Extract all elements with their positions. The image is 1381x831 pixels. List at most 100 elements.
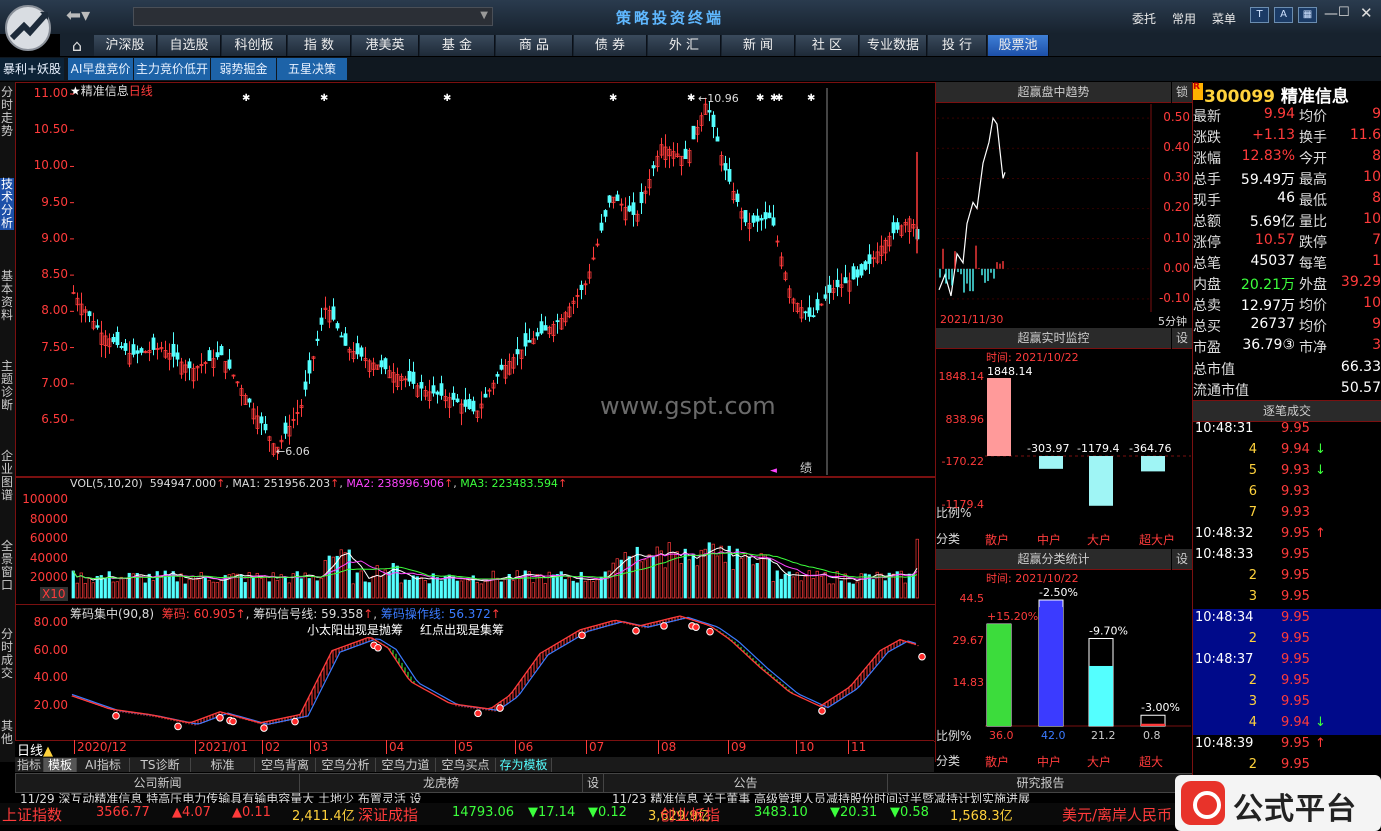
menu-item[interactable]: 专业数据 [860, 35, 927, 56]
intraday-trend-chart[interactable] [937, 104, 1155, 312]
entrust-menu[interactable]: 委托 [1132, 10, 1156, 27]
quote-label: 换手 [1299, 130, 1327, 146]
navigation-combo[interactable]: ▼ [133, 7, 493, 26]
candle-body [815, 299, 820, 311]
subbar-item-five-star[interactable]: 五星决策 [277, 58, 347, 80]
menu-item[interactable]: 指 数 [288, 35, 351, 56]
volume-bar [571, 580, 575, 599]
main-menu[interactable]: 菜单 [1212, 10, 1236, 27]
tick-time: 10:48:34 [1195, 610, 1254, 625]
bottom-tab[interactable]: 空鸟力道 [376, 758, 436, 772]
monitor-settings-button[interactable]: 设 [1172, 328, 1192, 349]
back-arrow-icon[interactable]: ⬅▾ [66, 7, 106, 27]
ticks-title[interactable]: 逐笔成交 [1193, 400, 1381, 422]
bottom-tab[interactable]: AI指标 [77, 758, 130, 772]
bottom-tab[interactable]: 空鸟背离 [255, 758, 316, 772]
volume-bar [843, 573, 847, 599]
bottom-tab[interactable]: 存为模板 [496, 758, 552, 772]
bottom-tab[interactable]: TS诊断 [130, 758, 191, 772]
ticker-name[interactable]: 创业板指 [660, 804, 720, 825]
font-icon[interactable]: A [1274, 7, 1293, 23]
tick-qty: 2 [1248, 673, 1257, 688]
ticker-name[interactable]: 深证成指 [358, 804, 418, 825]
menu-item[interactable]: 沪深股 [94, 35, 157, 56]
sidebar-tab-profile[interactable]: 基本资料 [0, 270, 14, 322]
volume-chart[interactable] [70, 478, 934, 602]
sidebar-tab-other[interactable]: 其他 [0, 720, 14, 746]
lock-button[interactable]: 锁 [1172, 82, 1192, 103]
volume-bar [679, 563, 683, 599]
menu-item[interactable]: 股票池 [988, 35, 1049, 56]
sidebar-tab-ticks[interactable]: 分时成交 [0, 628, 14, 680]
bottom-tab[interactable]: 标准 [191, 758, 255, 772]
menu-item[interactable]: 社 区 [796, 35, 859, 56]
ticker-value: 14793.06 [452, 805, 515, 820]
quote-row: 内盘 20.21万 外盘 39.29 [1193, 274, 1381, 295]
sidebar-tab-intraday[interactable]: 分时走势 [0, 86, 14, 138]
close-icon[interactable]: ✕ [1360, 4, 1373, 22]
menu-item[interactable]: 科创板 [222, 35, 287, 56]
candle-body [627, 205, 632, 212]
volume-bar [695, 565, 699, 599]
ticker-name[interactable]: 上证指数 [2, 804, 62, 825]
event-marker[interactable]: 绩 [800, 459, 812, 476]
minimize-icon[interactable]: — [1324, 6, 1338, 22]
ticker-name[interactable]: 美元/离岸人民币 [1062, 804, 1172, 825]
bottom-tab[interactable]: 空鸟买点 [436, 758, 496, 772]
stats-time: 时间: 2021/10/22 [986, 572, 1079, 585]
sidebar-tab-graph[interactable]: 企业图谱 [0, 450, 14, 502]
time-axis-label: 07 [586, 740, 604, 754]
home-icon[interactable]: ⌂ [62, 35, 92, 56]
quote-row: 总额 5.69亿 量比 10 [1193, 211, 1381, 232]
stats-bar-chart[interactable]: +15.20% 36.0 -2.50% 42.0 -9.70% 21.2 -3.00% 0.8 [985, 586, 1191, 742]
r-badge-icon: R [1193, 83, 1203, 100]
window-icon[interactable]: ▦ [1298, 7, 1317, 23]
candlestick-chart[interactable]: ✱ ✱ ✱ ✱ ✱ ✱ ✱✱ ✱ [70, 83, 934, 475]
bottom-tab[interactable]: 模板 [44, 758, 77, 772]
subbar-item-ai-auction[interactable]: AI早盘竞价 [68, 58, 133, 80]
tick-qty: 5 [1248, 463, 1257, 478]
news-tab-dragon[interactable]: 龙虎榜 [299, 773, 583, 793]
monitor-bar-chart[interactable]: 1848.14 -303.97 -1179.4 -364.76 [985, 366, 1191, 518]
common-menu[interactable]: 常用 [1172, 10, 1196, 27]
subbar-item-weak[interactable]: 弱势掘金 [211, 58, 276, 80]
candle-body [303, 381, 308, 390]
maximize-icon[interactable]: ☐ [1338, 5, 1350, 20]
tick-qty: 4 [1248, 442, 1257, 457]
candle-body [639, 191, 644, 204]
volume-bar [259, 578, 263, 599]
tick-time: 10:48:32 [1195, 526, 1254, 541]
menu-item[interactable]: 投 行 [928, 35, 987, 56]
intraday-period[interactable]: 5分钟 [1158, 313, 1187, 329]
menu-item[interactable]: 基 金 [420, 35, 495, 56]
menu-item[interactable]: 港美英 [352, 35, 419, 56]
news-tab-company[interactable]: 公司新闻 [15, 773, 300, 793]
menu-item[interactable]: 自选股 [158, 35, 221, 56]
menu-item[interactable]: 新 闻 [722, 35, 795, 56]
menu-item[interactable]: 债 券 [574, 35, 647, 56]
news-tab-research[interactable]: 研究报告 [887, 773, 1194, 793]
indicator-chart[interactable] [70, 606, 934, 738]
bottom-tab[interactable]: 指标 [15, 758, 44, 772]
sidebar-tab-technical[interactable]: 技术分析 [0, 178, 14, 230]
volume-bar [839, 580, 843, 599]
sidebar-tab-diagnosis[interactable]: 主题诊断 [0, 360, 14, 412]
volume-bar [463, 578, 467, 599]
volume-bar [659, 550, 663, 599]
menu-item[interactable]: 商 品 [496, 35, 573, 56]
stats-settings-button[interactable]: 设 [1172, 549, 1192, 570]
volume-bar [151, 580, 155, 599]
menu-item[interactable]: 外 汇 [648, 35, 721, 56]
volume-bar [723, 561, 727, 599]
tool-icon[interactable]: T [1250, 7, 1269, 23]
candle-body [711, 114, 716, 127]
news-settings-button[interactable]: 设 [582, 773, 604, 793]
tick-row: 5 9.93 ↓ [1193, 463, 1381, 484]
bottom-tab[interactable]: 空鸟分析 [316, 758, 376, 772]
stats-value-label: 21.2 [1091, 729, 1116, 742]
news-tab-announcement[interactable]: 公告 [603, 773, 888, 793]
y-tick-label: 20000 [29, 570, 68, 585]
sidebar-tab-panorama[interactable]: 全景窗口 [0, 540, 14, 592]
subbar-item-profit[interactable]: 暴利+妖股 [0, 58, 64, 80]
subbar-item-low-open[interactable]: 主力竞价低开 [134, 58, 210, 80]
